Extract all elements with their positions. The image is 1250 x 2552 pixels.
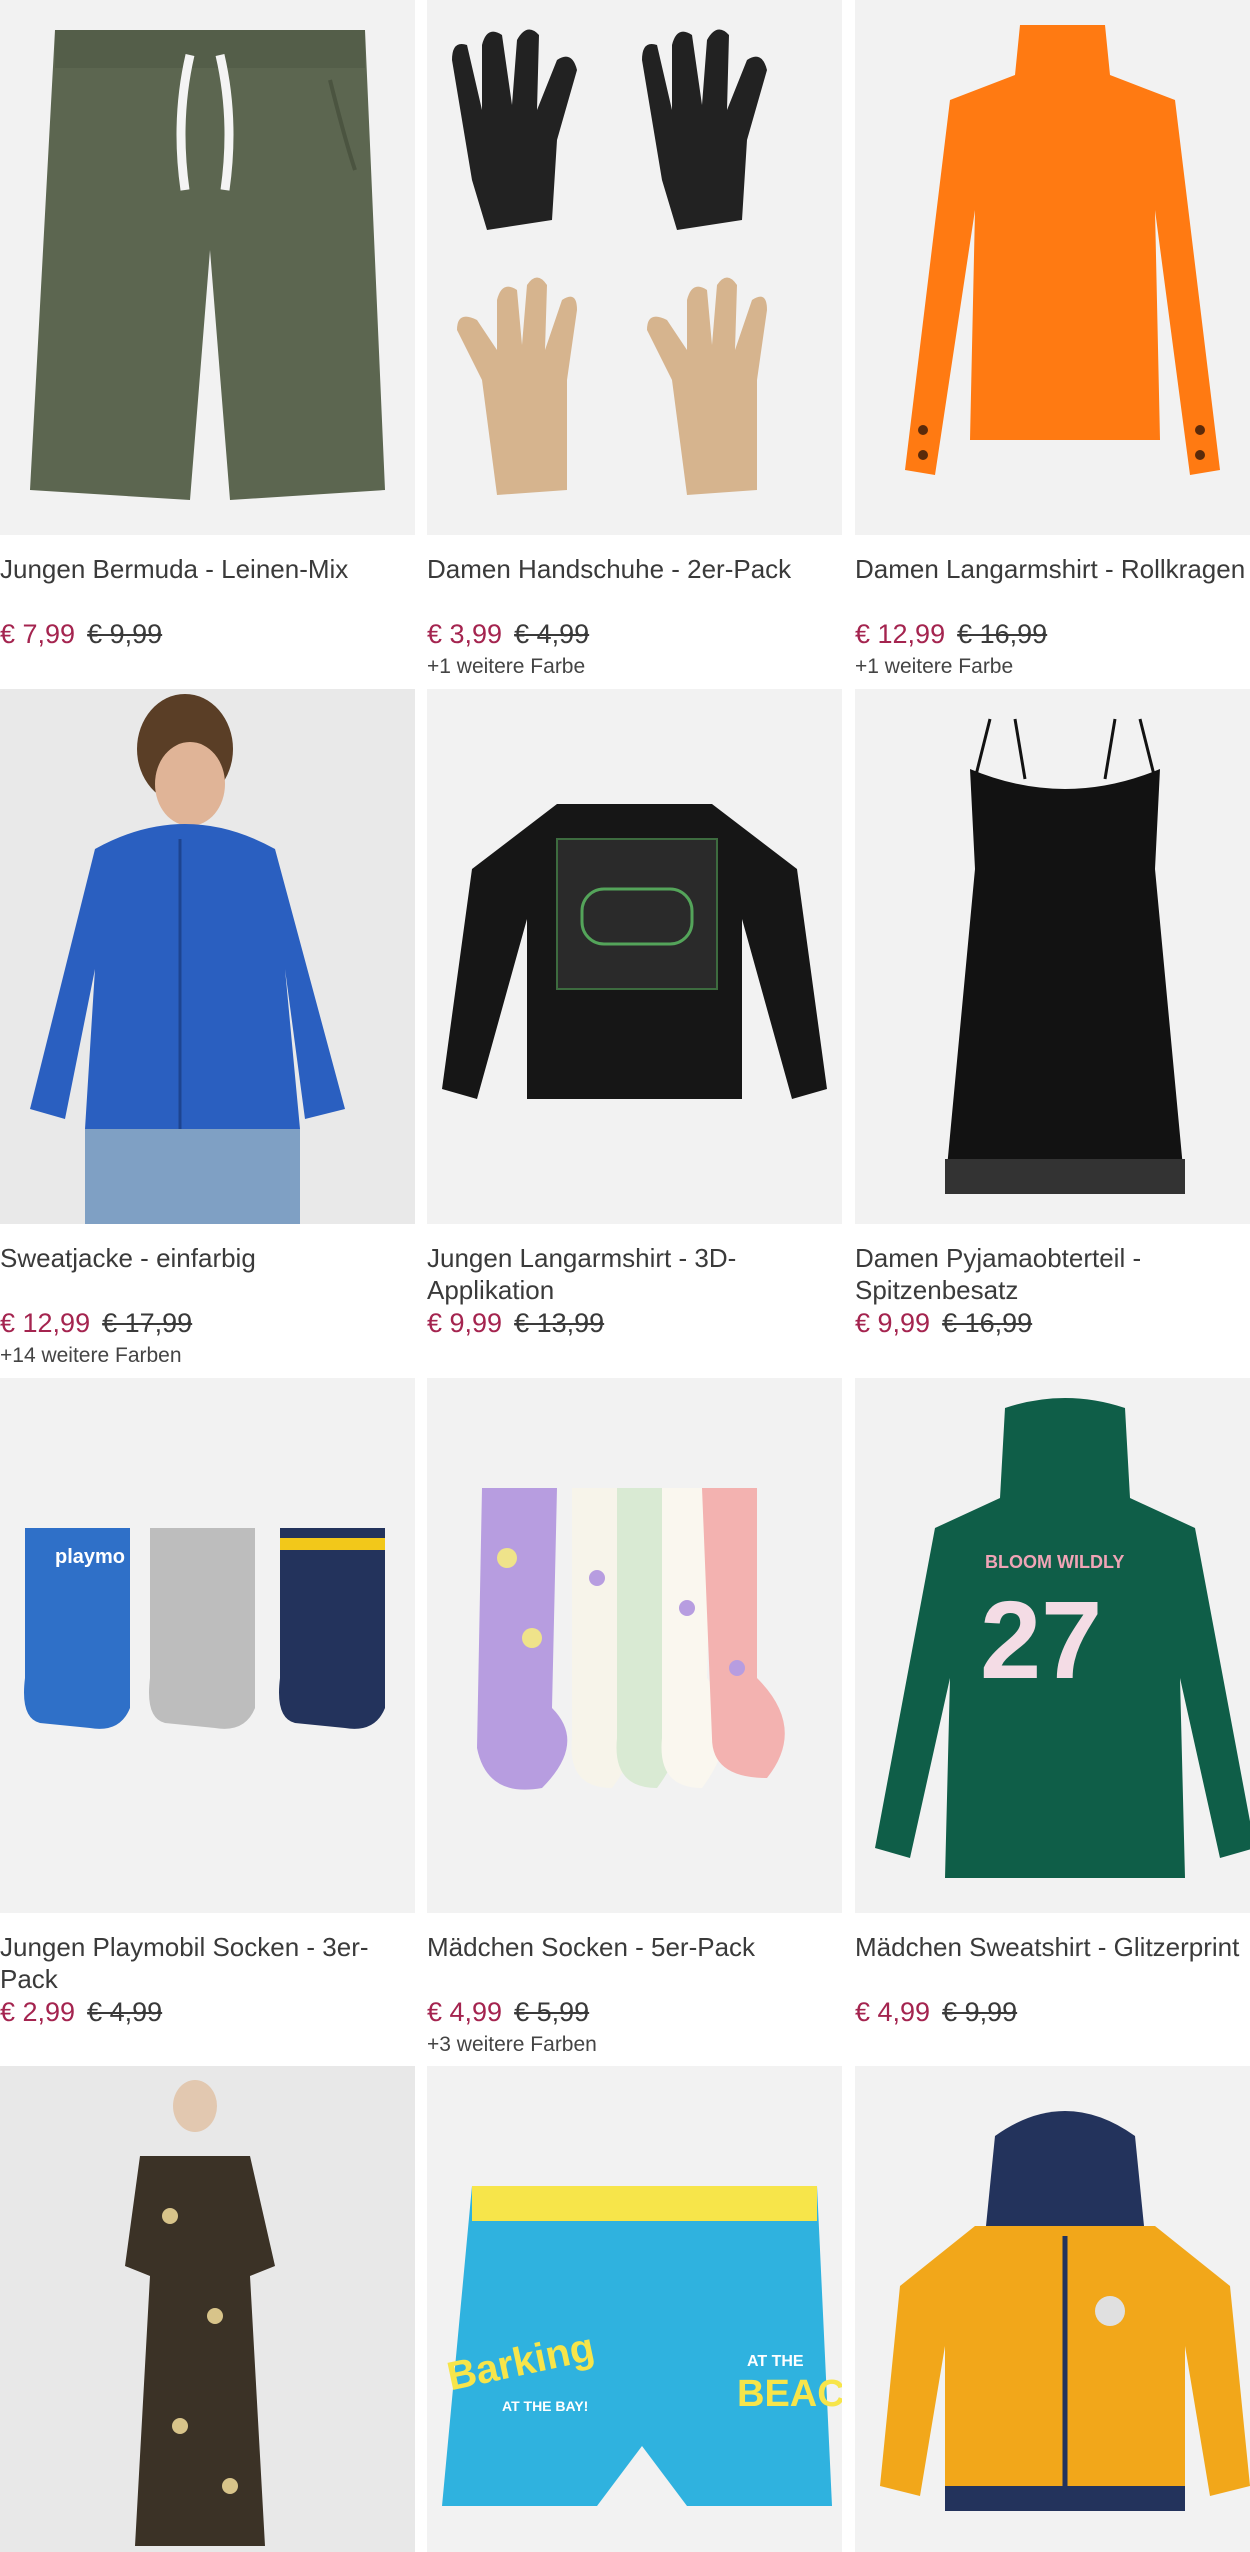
swim-shorts-image: Barking AT THE BAY! AT THE BEAC — [442, 2186, 842, 2506]
product-title[interactable]: Jungen Langarmshirt - 3D-Applikation — [427, 1242, 842, 1306]
turtleneck-image — [905, 25, 1220, 475]
product-image[interactable] — [0, 0, 415, 535]
old-price: € 16,99 — [957, 619, 1048, 649]
product-image[interactable] — [427, 0, 842, 535]
product-card[interactable] — [0, 2066, 415, 2552]
sale-price: € 9,99 — [427, 1308, 503, 1338]
price-row: € 2,99 € 4,99 — [0, 1995, 415, 2029]
product-card[interactable]: Damen Langarmshirt - Rollkragen € 12,99 €… — [855, 0, 1250, 681]
swim-text-4: BEAC — [737, 2373, 842, 2415]
socks-playmobil-image: playmo — [24, 1528, 385, 1729]
more-colors[interactable]: +1 weitere Farbe — [855, 653, 1250, 681]
sale-price: € 7,99 — [0, 619, 76, 649]
more-colors[interactable]: +1 weitere Farbe — [427, 653, 842, 681]
old-price: € 9,99 — [942, 1997, 1018, 2027]
product-image[interactable] — [855, 2066, 1250, 2552]
price-row: € 12,99 € 17,99 — [0, 1306, 415, 1340]
dress-image — [125, 2080, 275, 2546]
product-title[interactable]: Jungen Playmobil Socken - 3er-Pack — [0, 1931, 415, 1995]
sale-price: € 4,99 — [855, 1997, 931, 2027]
product-image[interactable] — [0, 689, 415, 1224]
gloves-image — [452, 29, 767, 495]
product-card[interactable]: BLOOM WILDLY 27 Mädchen Sweatshirt - Gli… — [855, 1378, 1250, 2031]
product-image[interactable] — [855, 0, 1250, 535]
sale-price: € 3,99 — [427, 619, 503, 649]
sock-brand-text: playmo — [55, 1546, 125, 1568]
old-price: € 17,99 — [102, 1308, 193, 1338]
sale-price: € 12,99 — [855, 619, 946, 649]
product-card[interactable] — [855, 2066, 1250, 2552]
sale-price: € 9,99 — [855, 1308, 931, 1338]
product-title[interactable]: Jungen Bermuda - Leinen-Mix — [0, 553, 415, 617]
old-price: € 4,99 — [514, 619, 590, 649]
product-card[interactable]: Barking AT THE BAY! AT THE BEAC — [427, 2066, 842, 2552]
product-title[interactable]: Mädchen Sweatshirt - Glitzerprint — [855, 1931, 1250, 1995]
price-row: € 12,99 € 16,99 — [855, 617, 1250, 651]
price-row: € 3,99 € 4,99 — [427, 617, 842, 651]
product-card[interactable]: Damen Pyjamaobterteil - Spitzenbesatz € … — [855, 689, 1250, 1342]
product-image[interactable]: BLOOM WILDLY 27 — [855, 1378, 1250, 1913]
bermuda-shorts-image — [30, 30, 385, 500]
price-row: € 4,99 € 9,99 — [855, 1995, 1250, 2029]
jacket-image — [880, 2111, 1250, 2511]
product-image[interactable] — [0, 2066, 415, 2552]
more-colors[interactable]: +14 weitere Farben — [0, 1342, 415, 1370]
old-price: € 16,99 — [942, 1308, 1033, 1338]
more-colors[interactable]: +3 weitere Farben — [427, 2031, 842, 2059]
product-image[interactable] — [427, 689, 842, 1224]
product-card[interactable]: Jungen Bermuda - Leinen-Mix € 7,99 € 9,99 — [0, 0, 415, 653]
swim-text-2: AT THE BAY! — [502, 2398, 588, 2414]
swim-text-3: AT THE — [747, 2353, 804, 2370]
sale-price: € 2,99 — [0, 1997, 76, 2027]
product-title[interactable]: Sweatjacke - einfarbig — [0, 1242, 415, 1306]
price-row: € 9,99 € 13,99 — [427, 1306, 842, 1340]
sweatshirt-image: BLOOM WILDLY 27 — [875, 1398, 1250, 1878]
product-card[interactable]: playmo Jungen Playmobil Socken - 3er-Pac… — [0, 1378, 415, 2031]
price-row: € 9,99 € 16,99 — [855, 1306, 1250, 1340]
sale-price: € 4,99 — [427, 1997, 503, 2027]
old-price: € 13,99 — [514, 1308, 605, 1338]
slip-dress-image — [945, 718, 1185, 1194]
product-title[interactable]: Damen Pyjamaobterteil - Spitzenbesatz — [855, 1242, 1250, 1306]
sweatshirt-number: 27 — [980, 1579, 1102, 1702]
product-title[interactable]: Damen Handschuhe - 2er-Pack — [427, 553, 842, 617]
sweatshirt-print-text: BLOOM WILDLY — [985, 1552, 1124, 1572]
product-image[interactable] — [855, 689, 1250, 1224]
price-row: € 4,99 € 5,99 — [427, 1995, 842, 2029]
hoodie-jacket-image — [30, 694, 345, 1224]
product-card[interactable]: Mädchen Socken - 5er-Pack € 4,99 € 5,99 +… — [427, 1378, 842, 2059]
sale-price: € 12,99 — [0, 1308, 91, 1338]
old-price: € 4,99 — [87, 1997, 163, 2027]
product-title[interactable]: Mädchen Socken - 5er-Pack — [427, 1931, 842, 1995]
old-price: € 9,99 — [87, 619, 163, 649]
product-card[interactable]: Sweatjacke - einfarbig € 12,99 € 17,99 +1… — [0, 689, 415, 1370]
price-row: € 7,99 € 9,99 — [0, 617, 415, 651]
product-card[interactable]: Damen Handschuhe - 2er-Pack € 3,99 € 4,99… — [427, 0, 842, 681]
product-image[interactable]: playmo — [0, 1378, 415, 1913]
product-card[interactable]: Jungen Langarmshirt - 3D-Applikation € 9… — [427, 689, 842, 1342]
product-image[interactable] — [427, 1378, 842, 1913]
product-image[interactable]: Barking AT THE BAY! AT THE BEAC — [427, 2066, 842, 2552]
old-price: € 5,99 — [514, 1997, 590, 2027]
longsleeve-image — [442, 804, 827, 1099]
product-title[interactable]: Damen Langarmshirt - Rollkragen — [855, 553, 1250, 617]
socks-dots-image — [477, 1488, 785, 1790]
